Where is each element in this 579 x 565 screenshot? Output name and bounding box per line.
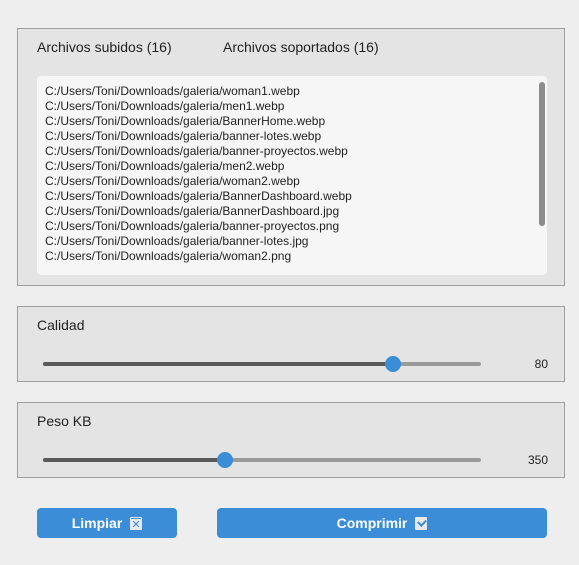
file-list-item[interactable]: C:/Users/Toni/Downloads/galeria/woman2.w… xyxy=(45,174,352,189)
file-list-items: C:/Users/Toni/Downloads/galeria/woman1.w… xyxy=(45,84,352,264)
file-list-item[interactable]: C:/Users/Toni/Downloads/galeria/banner-p… xyxy=(45,219,352,234)
weight-panel: Peso KB 350 xyxy=(17,402,565,478)
quality-value: 80 xyxy=(534,357,548,371)
quality-slider-fill xyxy=(43,362,394,366)
clear-button[interactable]: Limpiar xyxy=(37,508,177,538)
files-panel: Archivos subidos (16) Archivos soportado… xyxy=(17,28,565,286)
weight-slider-thumb[interactable] xyxy=(217,452,234,468)
file-list-item[interactable]: C:/Users/Toni/Downloads/galeria/banner-l… xyxy=(45,234,352,249)
file-list-item[interactable]: C:/Users/Toni/Downloads/galeria/BannerHo… xyxy=(45,114,352,129)
weight-value: 350 xyxy=(527,453,548,467)
compress-button[interactable]: Comprimir xyxy=(217,508,547,538)
checkbox-icon xyxy=(415,516,428,530)
weight-slider-fill xyxy=(43,458,226,462)
file-list[interactable]: C:/Users/Toni/Downloads/galeria/woman1.w… xyxy=(37,76,547,275)
file-list-item[interactable]: C:/Users/Toni/Downloads/galeria/BannerDa… xyxy=(45,189,352,204)
quality-slider-thumb[interactable] xyxy=(385,356,402,372)
weight-label: Peso KB xyxy=(37,413,92,429)
file-list-item[interactable]: C:/Users/Toni/Downloads/galeria/men2.web… xyxy=(45,159,352,174)
file-list-item[interactable]: C:/Users/Toni/Downloads/galeria/BannerDa… xyxy=(45,204,352,219)
quality-panel: Calidad 80 xyxy=(17,306,565,382)
weight-slider[interactable] xyxy=(43,452,481,468)
clear-button-label: Limpiar xyxy=(71,515,123,531)
file-list-item[interactable]: C:/Users/Toni/Downloads/galeria/men1.web… xyxy=(45,99,352,114)
compress-button-label: Comprimir xyxy=(336,515,408,531)
tab-supported-files[interactable]: Archivos soportados (16) xyxy=(223,39,379,55)
file-list-item[interactable]: C:/Users/Toni/Downloads/galeria/woman2.p… xyxy=(45,249,352,264)
file-list-item[interactable]: C:/Users/Toni/Downloads/galeria/woman1.w… xyxy=(45,84,352,99)
quality-slider[interactable] xyxy=(43,356,481,372)
quality-label: Calidad xyxy=(37,317,85,333)
tab-uploaded-files[interactable]: Archivos subidos (16) xyxy=(37,39,172,55)
file-list-scrollbar[interactable] xyxy=(539,82,545,226)
file-list-item[interactable]: C:/Users/Toni/Downloads/galeria/banner-l… xyxy=(45,129,352,144)
trash-icon xyxy=(130,516,143,530)
file-list-item[interactable]: C:/Users/Toni/Downloads/galeria/banner-p… xyxy=(45,144,352,159)
